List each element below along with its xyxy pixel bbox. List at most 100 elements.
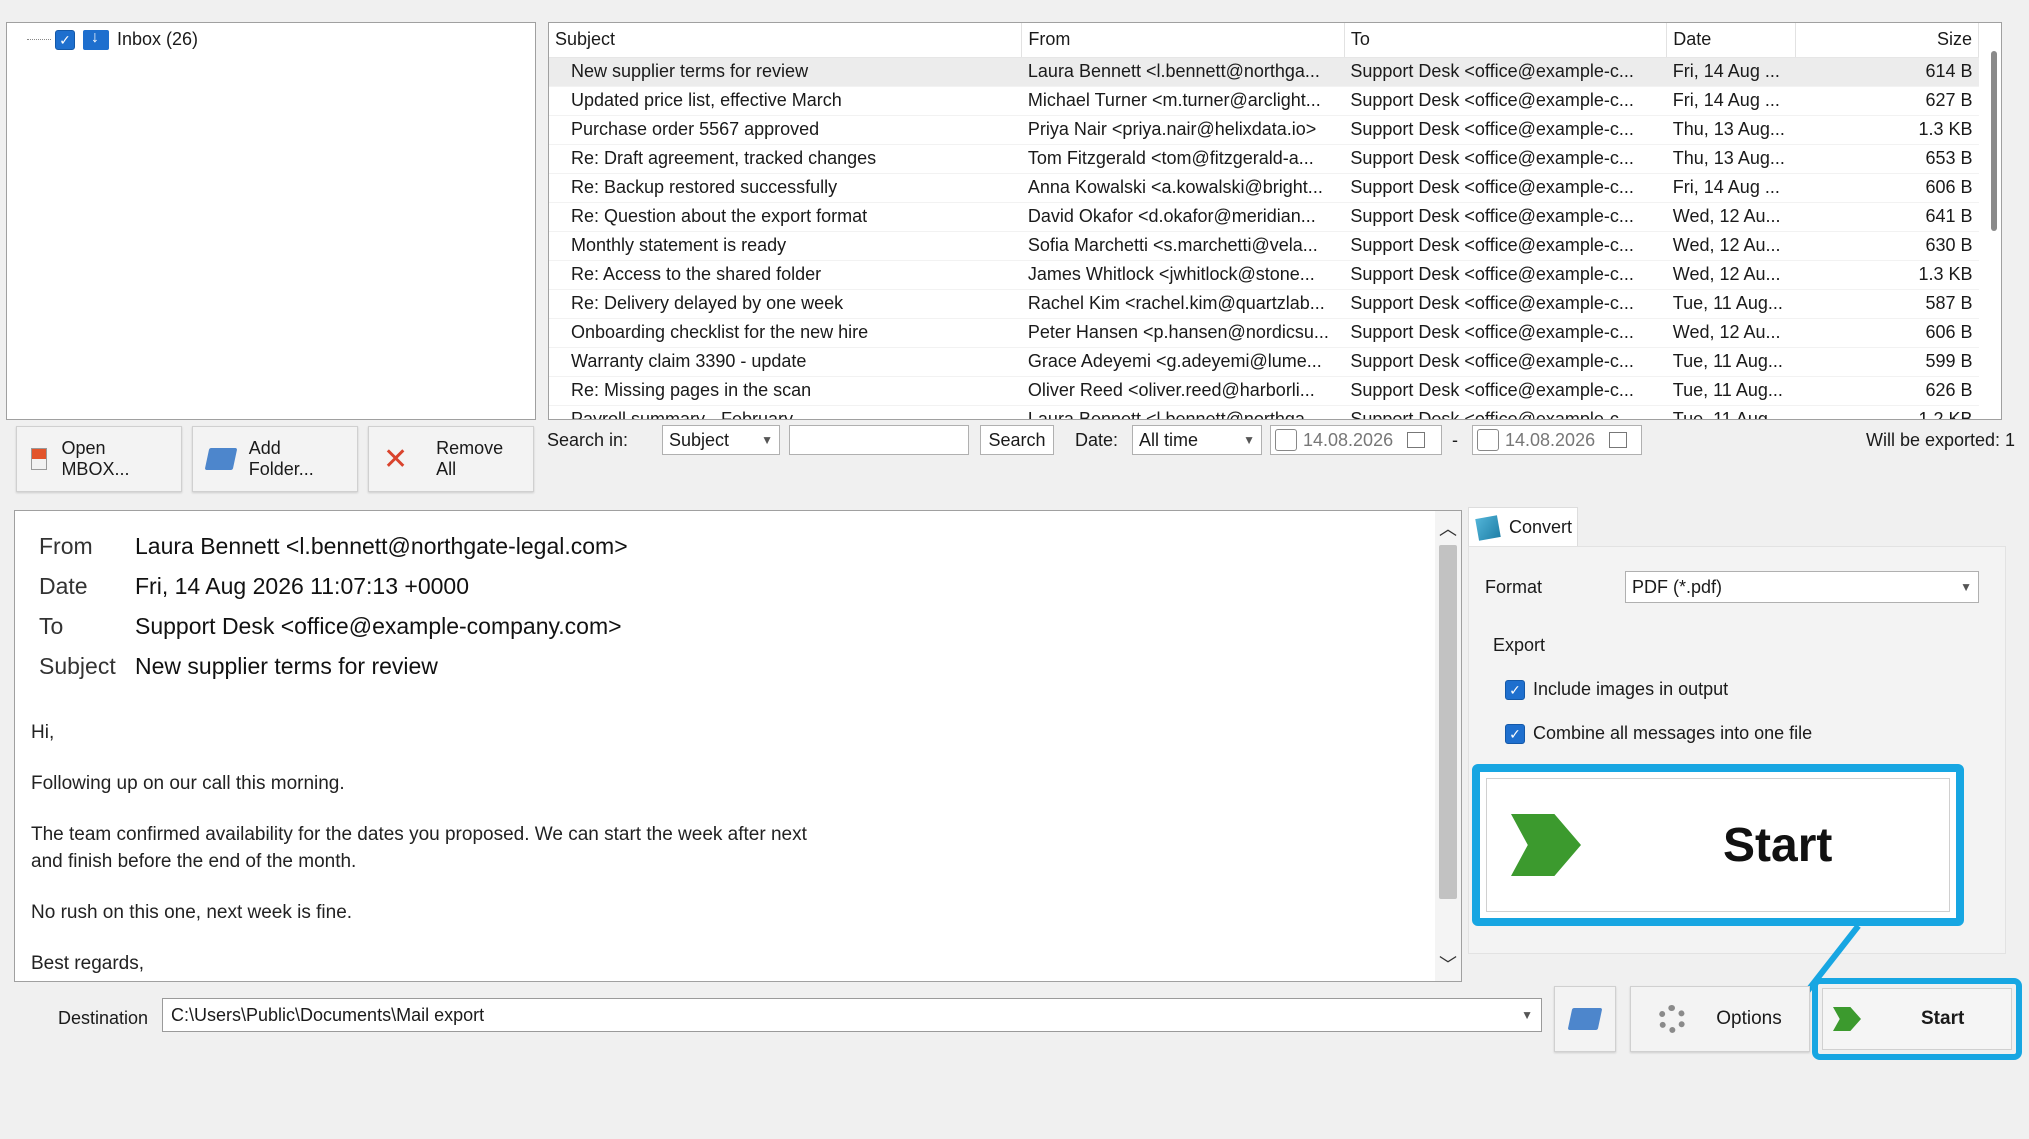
- cell-to: Support Desk <office@example-c...: [1344, 144, 1667, 174]
- search-in-value: Subject: [669, 429, 730, 450]
- table-row[interactable]: Re: Delivery delayed by one week Rachel K…: [549, 289, 1979, 319]
- message-list[interactable]: Subject From To Date Size New supplier t…: [548, 22, 2002, 420]
- tree-connector: [27, 39, 51, 40]
- cell-date: Wed, 12 Au...: [1666, 318, 1796, 348]
- tree-node-inbox[interactable]: ✓ Inbox (26): [27, 29, 198, 50]
- combine-messages-label: Combine all messages into one file: [1533, 723, 1813, 743]
- date-from-checkbox[interactable]: [1275, 429, 1297, 451]
- format-select[interactable]: PDF (*.pdf) ▼: [1625, 571, 1979, 603]
- cell-to: Support Desk <office@example-c...: [1344, 202, 1667, 232]
- include-images-label: Include images in output: [1533, 679, 1729, 699]
- preview-from-label: From: [39, 533, 93, 559]
- cell-size: 587 B: [1795, 289, 1979, 319]
- preview-scrollbar[interactable]: ︿ ﹀: [1435, 511, 1461, 981]
- cell-date: Fri, 14 Aug ...: [1666, 173, 1796, 203]
- cell-date: Fri, 14 Aug ...: [1666, 57, 1796, 87]
- cell-to: Support Desk <office@example-c...: [1344, 115, 1667, 145]
- include-images-option[interactable]: ✓ Include images in output: [1505, 679, 1728, 700]
- destination-field[interactable]: C:\Users\Public\Documents\Mail export ▼: [162, 998, 1542, 1032]
- table-row[interactable]: Purchase order 5567 approved Priya Nair <…: [549, 115, 1979, 145]
- column-header-to[interactable]: To: [1344, 23, 1668, 58]
- calendar-icon[interactable]: [1407, 432, 1426, 448]
- cell-subject: Re: Draft agreement, tracked changes: [549, 144, 1022, 174]
- table-row[interactable]: New supplier terms for review Laura Benne…: [549, 57, 1979, 87]
- table-row[interactable]: Payroll summary - February Laura Bennett …: [549, 405, 1979, 419]
- cell-subject: Onboarding checklist for the new hire: [549, 318, 1022, 348]
- start-button[interactable]: Start: [1822, 988, 2012, 1050]
- start-arrow-icon: [1833, 1007, 1861, 1031]
- remove-all-button[interactable]: ✕ Remove All: [368, 426, 534, 492]
- mbox-file-icon: [31, 448, 48, 470]
- table-row[interactable]: Updated price list, effective March Micha…: [549, 86, 1979, 116]
- cell-to: Support Desk <office@example-c...: [1344, 231, 1667, 261]
- cell-size: 614 B: [1795, 57, 1979, 87]
- date-from-picker[interactable]: 14.08.2026: [1270, 425, 1442, 455]
- folder-tree[interactable]: ✓ Inbox (26): [6, 22, 536, 420]
- cell-to: Support Desk <office@example-c...: [1344, 347, 1667, 377]
- inbox-checkbox[interactable]: ✓: [55, 29, 75, 50]
- combine-messages-checkbox[interactable]: ✓: [1505, 723, 1525, 744]
- column-header-from[interactable]: From: [1021, 23, 1345, 58]
- cell-to: Support Desk <office@example-c...: [1344, 57, 1667, 87]
- cell-to: Support Desk <office@example-c...: [1344, 376, 1667, 406]
- browse-folder-button[interactable]: [1554, 986, 1616, 1052]
- chevron-down-icon[interactable]: ▼: [1521, 1008, 1533, 1022]
- table-row[interactable]: Warranty claim 3390 - update Grace Adeyem…: [549, 347, 1979, 377]
- table-row[interactable]: Re: Question about the export format Davi…: [549, 202, 1979, 232]
- cell-size: 630 B: [1795, 231, 1979, 261]
- preview-to-value: Support Desk <office@example-company.com…: [135, 613, 622, 639]
- tab-convert[interactable]: Convert: [1468, 507, 1578, 547]
- date-label: Date:: [1075, 430, 1119, 450]
- cell-from: Laura Bennett <l.bennett@northga...: [1021, 405, 1345, 419]
- remove-x-icon: ✕: [383, 442, 409, 476]
- combine-messages-option[interactable]: ✓ Combine all messages into one file: [1505, 723, 1812, 744]
- cell-date: Wed, 12 Au...: [1666, 260, 1796, 290]
- table-row[interactable]: Re: Access to the shared folder James Whi…: [549, 260, 1979, 290]
- cell-to: Support Desk <office@example-c...: [1344, 318, 1667, 348]
- date-range-select[interactable]: All time ▼: [1132, 425, 1262, 455]
- cell-from: Oliver Reed <oliver.reed@harborli...: [1021, 376, 1345, 406]
- table-row[interactable]: Re: Draft agreement, tracked changes Tom …: [549, 144, 1979, 174]
- format-label: Format: [1485, 577, 1543, 597]
- start-callout-label: Start: [1723, 818, 1833, 872]
- export-count: Will be exported: 1: [1866, 430, 2016, 450]
- table-row[interactable]: Re: Missing pages in the scan Oliver Reed…: [549, 376, 1979, 406]
- cell-from: Sofia Marchetti <s.marchetti@vela...: [1021, 231, 1345, 261]
- cell-from: James Whitlock <jwhitlock@stone...: [1021, 260, 1345, 290]
- calendar-icon[interactable]: [1609, 432, 1628, 448]
- date-to-picker[interactable]: 14.08.2026: [1472, 425, 1642, 455]
- include-images-checkbox[interactable]: ✓: [1505, 679, 1525, 700]
- open-mbox-button[interactable]: Open MBOX...: [16, 426, 182, 492]
- cell-size: 606 B: [1795, 318, 1979, 348]
- scroll-up-icon[interactable]: ︿: [1439, 515, 1457, 541]
- date-to-checkbox[interactable]: [1477, 429, 1499, 451]
- options-button[interactable]: Options: [1630, 986, 1810, 1052]
- cell-date: Thu, 13 Aug...: [1666, 144, 1796, 174]
- search-input[interactable]: [789, 425, 969, 455]
- cell-size: 627 B: [1795, 86, 1979, 116]
- column-header-size[interactable]: Size: [1795, 23, 1979, 58]
- cell-from: Peter Hansen <p.hansen@nordicsu...: [1021, 318, 1345, 348]
- cell-size: 653 B: [1795, 144, 1979, 174]
- remove-all-label: Remove All: [436, 438, 504, 479]
- search-button[interactable]: Search: [980, 425, 1054, 455]
- column-header-subject[interactable]: Subject: [549, 23, 1023, 58]
- scroll-down-icon[interactable]: ﹀: [1439, 951, 1457, 977]
- cell-subject: New supplier terms for review: [549, 57, 1022, 87]
- preview-scroll-thumb[interactable]: [1439, 545, 1457, 899]
- preview-from-value: Laura Bennett <l.bennett@northgate-legal…: [135, 533, 628, 559]
- chevron-down-icon: ▼: [1960, 580, 1972, 594]
- search-in-select[interactable]: Subject ▼: [662, 425, 780, 455]
- format-value: PDF (*.pdf): [1632, 576, 1723, 597]
- search-button-label: Search: [988, 429, 1046, 450]
- column-header-date[interactable]: Date: [1666, 23, 1797, 58]
- cell-subject: Re: Access to the shared folder: [549, 260, 1022, 290]
- table-row[interactable]: Re: Backup restored successfully Anna Kow…: [549, 173, 1979, 203]
- message-preview[interactable]: From Laura Bennett <l.bennett@northgate-…: [14, 510, 1462, 982]
- table-row[interactable]: Monthly statement is ready Sofia Marchett…: [549, 231, 1979, 261]
- table-row[interactable]: Onboarding checklist for the new hire Pet…: [549, 318, 1979, 348]
- add-folder-button[interactable]: Add Folder...: [192, 426, 358, 492]
- list-scrollbar[interactable]: [1991, 51, 1997, 231]
- body-paragraph-2b: and finish before the end of the month.: [31, 851, 357, 872]
- cell-date: Tue, 11 Aug...: [1666, 405, 1796, 419]
